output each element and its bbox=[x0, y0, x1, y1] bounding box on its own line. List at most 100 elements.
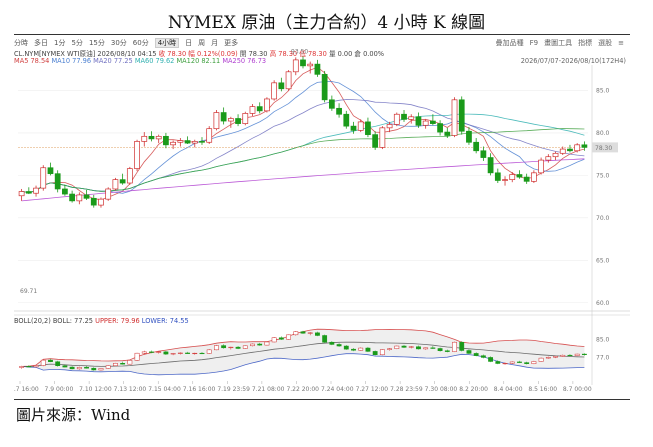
candle-body bbox=[357, 121, 364, 131]
boll-candle-body bbox=[192, 352, 198, 355]
boll-candle-body bbox=[264, 341, 270, 346]
candle-body bbox=[523, 176, 530, 182]
candle-body bbox=[25, 191, 32, 194]
y-tick-label: 85.0 bbox=[596, 87, 610, 94]
boll-candle-body bbox=[235, 346, 241, 349]
boll-candle-body bbox=[120, 363, 126, 365]
x-tick-label: 8.4 04:00 bbox=[494, 386, 523, 393]
boll-candle-body bbox=[553, 356, 558, 358]
x-tick-label: 7.16 16:00 bbox=[183, 386, 216, 393]
page-title: NYMEX 原油（主力合約）4 小時 K 線圖 bbox=[167, 13, 486, 33]
candle-body bbox=[170, 141, 177, 146]
candle-body bbox=[538, 159, 544, 174]
candle-body bbox=[191, 141, 198, 144]
boll-candle-body bbox=[322, 335, 328, 343]
boll-candle-body bbox=[351, 348, 356, 351]
boll-candle-body bbox=[149, 351, 154, 353]
candle-body bbox=[494, 172, 501, 181]
candle-body bbox=[437, 123, 443, 133]
boll-candle-body bbox=[242, 345, 248, 349]
candle-body bbox=[126, 168, 133, 184]
candle-body bbox=[422, 120, 429, 126]
candle-body bbox=[177, 140, 184, 143]
candle-body bbox=[76, 194, 83, 202]
boll-candle-body bbox=[228, 346, 234, 349]
low-label: 69.71 bbox=[20, 288, 37, 295]
candle-body bbox=[62, 188, 68, 195]
y-tick-label: 75.0 bbox=[596, 172, 610, 179]
boll-candle-body bbox=[48, 359, 53, 362]
boll-candle-body bbox=[437, 348, 443, 351]
candle-body bbox=[69, 193, 75, 202]
boll-candle-body bbox=[466, 350, 472, 354]
candle-body bbox=[235, 118, 241, 124]
high-label: 93.50 bbox=[291, 49, 308, 56]
boll-candle-body bbox=[524, 362, 530, 364]
source-caption: 圖片來源：Wind bbox=[16, 406, 131, 424]
boll-candle-body bbox=[300, 331, 306, 334]
y-tick-label: 80.0 bbox=[596, 130, 610, 137]
candle-body bbox=[163, 135, 169, 146]
boll-candle-body bbox=[134, 352, 140, 361]
candle-body bbox=[220, 112, 227, 122]
boll-candle-body bbox=[112, 363, 118, 366]
boll-candle-body bbox=[98, 368, 104, 371]
candle-body bbox=[206, 128, 213, 143]
candle-body bbox=[256, 106, 263, 112]
boll-candle-body bbox=[495, 361, 501, 364]
candle-body bbox=[393, 113, 400, 125]
boll-candle-body bbox=[401, 345, 407, 348]
boll-candle-body bbox=[517, 361, 522, 363]
candle-body bbox=[285, 71, 292, 90]
boll-candle-body bbox=[336, 344, 342, 347]
boll-candle-body bbox=[372, 351, 378, 356]
boll-candle-body bbox=[480, 355, 486, 358]
candle-body bbox=[336, 107, 342, 115]
boll-candle-body bbox=[430, 347, 436, 349]
x-tick-label: 7.24 04:00 bbox=[321, 386, 354, 393]
x-tick-label: 7.10 12:00 bbox=[79, 386, 112, 393]
boll-candle-body bbox=[567, 354, 573, 357]
candle-body bbox=[54, 173, 61, 190]
boll-candle-body bbox=[343, 345, 349, 350]
candle-body bbox=[321, 73, 328, 101]
candle-body bbox=[155, 135, 162, 140]
x-tick-label: 8.2 20:00 bbox=[459, 386, 488, 393]
boll-candle-body bbox=[170, 353, 176, 355]
boll-candle-body bbox=[156, 351, 162, 353]
candle-body bbox=[545, 156, 552, 161]
candle-body bbox=[112, 179, 119, 190]
candle-body bbox=[350, 125, 357, 131]
boll-candle-body bbox=[69, 366, 75, 370]
boll-candle-body bbox=[416, 346, 421, 350]
candle-body bbox=[559, 148, 566, 154]
candle-body bbox=[98, 198, 104, 206]
boll-candle-body bbox=[473, 353, 479, 356]
candle-body bbox=[574, 144, 581, 152]
boll-candle-body bbox=[163, 351, 169, 355]
kline-chart[interactable]: 60.0 65.0 70.0 75.0 80.0 85.0 78.30 93.50 69.71 7… bbox=[14, 35, 630, 399]
candle-body bbox=[552, 152, 559, 158]
candle-body bbox=[379, 127, 386, 148]
boll-candle-body bbox=[358, 347, 364, 351]
boll-candle-body bbox=[185, 352, 190, 354]
candle-body bbox=[213, 112, 220, 130]
boll-candle-body bbox=[444, 350, 450, 352]
candle-body bbox=[83, 194, 90, 199]
candle-body bbox=[40, 167, 47, 189]
candle-body bbox=[567, 148, 573, 152]
candle-body bbox=[314, 63, 321, 75]
boll-candle-body bbox=[329, 341, 335, 345]
candle-body bbox=[141, 135, 148, 142]
x-tick-label: 7.13 12:00 bbox=[114, 386, 147, 393]
candle-body bbox=[408, 116, 415, 120]
boll-candle-body bbox=[91, 367, 97, 371]
candle-body bbox=[307, 63, 314, 67]
candle-body bbox=[509, 174, 516, 180]
boll-candle-body bbox=[40, 359, 46, 366]
boll-candle-body bbox=[278, 337, 284, 340]
x-tick-label: 8.7 00:00 bbox=[563, 386, 592, 393]
current-price-label: 78.30 bbox=[595, 145, 612, 152]
candle-body bbox=[199, 141, 205, 143]
candle-body bbox=[502, 179, 508, 181]
